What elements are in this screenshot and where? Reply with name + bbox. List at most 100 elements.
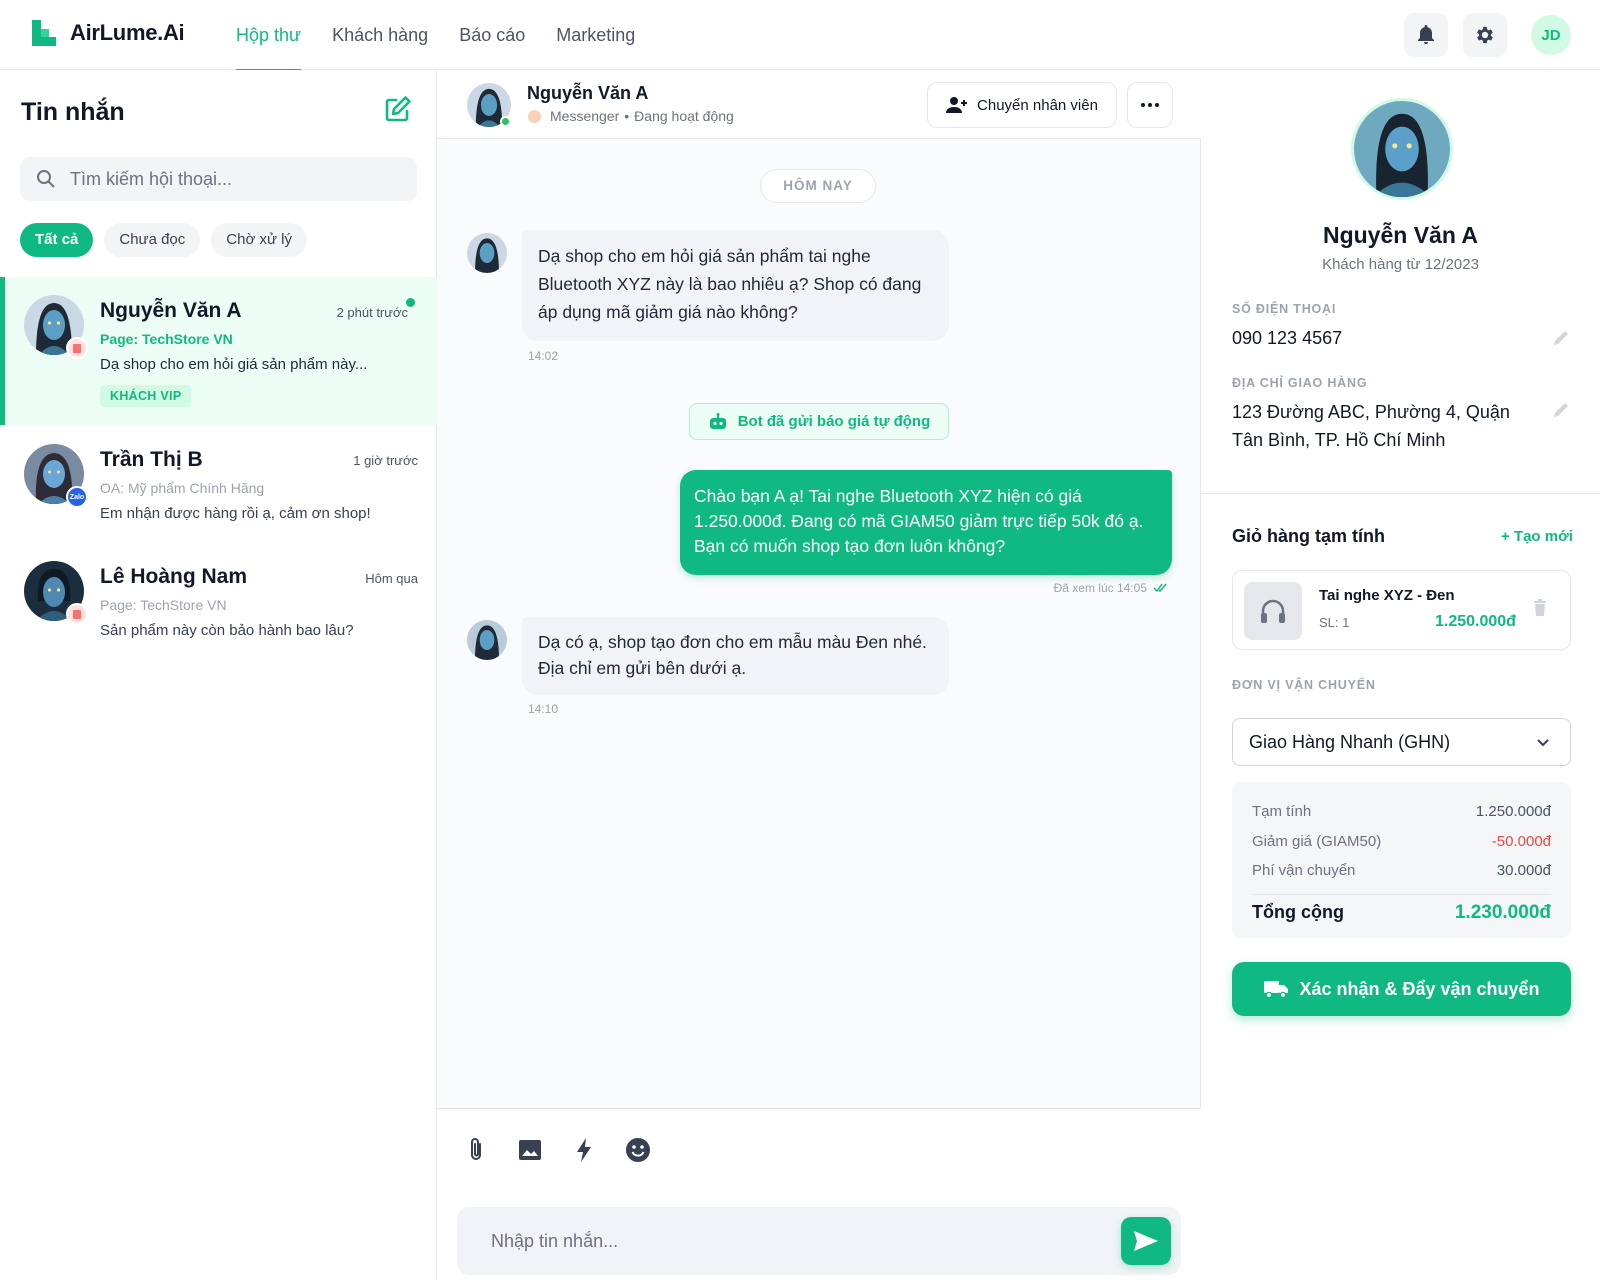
- logo-mark-icon: [32, 20, 56, 46]
- contact-name: Trần Thị B: [100, 448, 203, 471]
- robot-icon: [709, 412, 726, 429]
- customer-name: Nguyễn Văn A: [1322, 222, 1479, 248]
- chat-header: Nguyễn Văn A Messenger • Đang hoạt động …: [437, 70, 1201, 139]
- customer-panel: Nguyễn Văn A Khách hàng từ 12/2023 SỐ ĐI…: [1201, 70, 1600, 1280]
- inbox-title: Tin nhắn: [21, 98, 125, 126]
- total-value: 1.230.000đ: [1454, 902, 1551, 923]
- bot-notice: Bot đã gửi báo giá tự động: [689, 403, 949, 440]
- pencil-icon: [1554, 331, 1568, 345]
- app-logo[interactable]: AirLume.Ai: [32, 20, 185, 46]
- emoji-button[interactable]: [623, 1135, 653, 1165]
- send-button[interactable]: [1121, 1217, 1171, 1265]
- conversation-preview: Sản phẩm này còn bảo hành bao lâu?: [100, 622, 354, 639]
- conversation-item[interactable]: Nguyễn Văn A 2 phút trước Page: TechStor…: [0, 277, 437, 425]
- message-bubble: Dạ shop cho em hỏi giá sản phẩm tai nghe…: [522, 230, 949, 341]
- cart-title: Giỏ hàng tạm tính: [1232, 526, 1385, 546]
- attach-button[interactable]: [461, 1135, 491, 1165]
- cart-item: Tai nghe XYZ - Đen SL: 1 1.250.000đ: [1232, 570, 1571, 650]
- nav-marketing[interactable]: Marketing: [556, 0, 635, 70]
- remove-item-button[interactable]: [1533, 599, 1547, 621]
- image-button[interactable]: [515, 1135, 545, 1165]
- phone-label: SỐ ĐIỆN THOẠI: [1232, 302, 1337, 316]
- contact-name: Lê Hoàng Nam: [100, 565, 248, 588]
- shipping-fee-value: 30.000đ: [1496, 862, 1551, 879]
- conversation-time: 1 giờ trước: [353, 453, 418, 468]
- channel-name: Messenger: [550, 108, 620, 124]
- compose-button[interactable]: [383, 94, 413, 124]
- message-input[interactable]: [491, 1207, 1091, 1275]
- search-input[interactable]: [70, 157, 400, 201]
- image-icon: [519, 1140, 541, 1160]
- double-check-icon: [1153, 583, 1167, 593]
- discount-value: -50.000đ: [1491, 833, 1551, 850]
- edit-phone-button[interactable]: [1551, 328, 1571, 348]
- confirm-shipping-label: Xác nhận & Đẩy vận chuyển: [1299, 978, 1540, 999]
- trash-icon: [1534, 599, 1546, 616]
- pencil-icon: [1554, 403, 1568, 417]
- nav-customers[interactable]: Khách hàng: [332, 0, 428, 70]
- customer-since: Khách hàng từ 12/2023: [1322, 256, 1479, 273]
- message-composer: [437, 1108, 1201, 1280]
- vip-tag: KHÁCH VIP: [100, 385, 192, 407]
- compose-icon: [385, 96, 411, 122]
- divider: [1201, 493, 1600, 494]
- conversation-page: Page: TechStore VN: [100, 331, 233, 347]
- address-line-1: 123 Đường ABC, Phường 4, Quận: [1232, 402, 1510, 422]
- nav-reports[interactable]: Báo cáo: [459, 0, 525, 70]
- outgoing-message-bubble: Chào bạn A ạ! Tai nghe Bluetooth XYZ hiệ…: [680, 470, 1172, 575]
- item-price: 1.250.000đ: [1435, 613, 1516, 630]
- search-icon: [37, 170, 55, 188]
- chevron-down-icon: [1537, 739, 1549, 747]
- filter-pending[interactable]: Chờ xử lý: [211, 223, 308, 257]
- subtotal-row: Tạm tính 1.250.000đ: [1252, 803, 1551, 820]
- app-name: AirLume.Ai: [70, 20, 185, 45]
- transfer-agent-button[interactable]: Chuyển nhân viên: [927, 82, 1117, 128]
- conversation-item[interactable]: Lê Hoàng Nam Hôm qua Page: TechStore VN …: [0, 543, 437, 691]
- chat-panel: Nguyễn Văn A Messenger • Đang hoạt động …: [437, 70, 1201, 1280]
- subtotal-value: 1.250.000đ: [1475, 803, 1551, 820]
- more-options-button[interactable]: [1127, 82, 1173, 128]
- bell-icon: [1418, 25, 1434, 44]
- confirm-shipping-button[interactable]: Xác nhận & Đẩy vận chuyển: [1232, 962, 1571, 1016]
- search-box: [20, 157, 417, 201]
- message-bubble: Dạ có ạ, shop tạo đơn cho em mẫu màu Đen…: [522, 617, 949, 695]
- order-summary: Tạm tính 1.250.000đ Giảm giá (GIAM50) -5…: [1232, 782, 1571, 938]
- shipping-value: Giao Hàng Nhanh (GHN): [1249, 732, 1451, 752]
- filter-unread[interactable]: Chưa đọc: [104, 223, 201, 257]
- edit-address-button[interactable]: [1551, 400, 1571, 420]
- filter-chips: Tất cả Chưa đọc Chờ xử lý: [20, 223, 318, 257]
- messenger-badge-icon: [66, 603, 88, 625]
- settings-button[interactable]: [1463, 13, 1507, 57]
- message-time: 14:02: [528, 349, 559, 363]
- shipping-fee-row: Phí vận chuyển 30.000đ: [1252, 862, 1551, 879]
- paperclip-icon: [471, 1138, 481, 1160]
- conversation-page: Page: TechStore VN: [100, 597, 227, 613]
- new-order-link[interactable]: + Tạo mới: [1501, 528, 1573, 545]
- headphones-icon: [1261, 599, 1285, 623]
- item-thumbnail: [1244, 582, 1302, 640]
- user-avatar[interactable]: JD: [1531, 15, 1571, 55]
- conversation-preview: Dạ shop cho em hỏi giá sản phẩm này...: [100, 356, 368, 373]
- gear-icon: [1477, 26, 1493, 44]
- unread-dot: [406, 298, 415, 307]
- shipping-select[interactable]: Giao Hàng Nhanh (GHN): [1232, 718, 1571, 766]
- emoji-icon: [626, 1138, 650, 1162]
- total-row: Tổng cộng 1.230.000đ: [1252, 902, 1551, 923]
- conversation-time: 2 phút trước: [336, 305, 408, 320]
- conversation-time: Hôm qua: [365, 571, 418, 586]
- nav-inbox[interactable]: Hộp thư: [236, 0, 302, 71]
- messenger-badge-icon: [66, 337, 88, 359]
- zalo-badge-icon: Zalo: [66, 486, 88, 508]
- truck-icon: [1264, 981, 1289, 999]
- online-status-dot: [500, 116, 511, 127]
- conversation-list-panel: Tin nhắn Tất cả Chưa đọc Chờ xử lý Nguyễ…: [0, 70, 437, 1280]
- more-icon: [1141, 103, 1159, 107]
- address-label: ĐỊA CHỈ GIAO HÀNG: [1232, 376, 1368, 390]
- quick-reply-button[interactable]: [569, 1135, 599, 1165]
- filter-all[interactable]: Tất cả: [20, 223, 94, 257]
- notifications-button[interactable]: [1404, 13, 1448, 57]
- avatar: [467, 233, 507, 273]
- discount-row: Giảm giá (GIAM50) -50.000đ: [1252, 833, 1551, 850]
- send-icon: [1134, 1231, 1158, 1251]
- customer-avatar: [1351, 98, 1453, 200]
